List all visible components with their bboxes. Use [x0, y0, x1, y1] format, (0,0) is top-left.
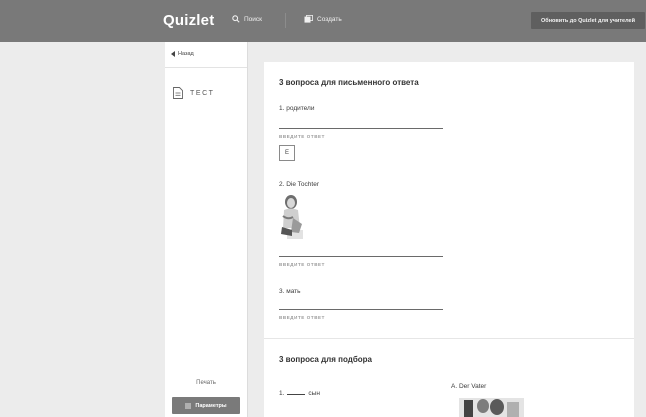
sidebar-item-label: ТЕСТ	[190, 89, 215, 97]
top-navigation-bar: Quizlet Поиск Создать Обновить до Quizle…	[0, 0, 646, 42]
create-set-icon	[304, 15, 313, 23]
answer-hint-3: ВВЕДИТЕ ОТВЕТ	[279, 315, 325, 320]
question-3-prompt: 3. мать	[279, 288, 301, 295]
matching-option-letter: A.	[451, 383, 458, 390]
chevron-left-icon	[171, 51, 175, 57]
search-icon	[232, 15, 240, 23]
question-text: мать	[286, 288, 301, 295]
back-label: Назад	[178, 51, 194, 57]
question-2-prompt: 2. Die Tochter	[279, 181, 319, 188]
letter-hint-box[interactable]: E	[279, 145, 295, 161]
nav-divider	[285, 13, 286, 28]
sidebar-item-test[interactable]: ТЕСТ	[173, 87, 214, 99]
create-button[interactable]: Создать	[304, 15, 342, 23]
document-icon	[173, 87, 183, 99]
quizlet-logo[interactable]: Quizlet	[163, 12, 214, 29]
test-content-card: 3 вопроса для письменного ответа 1. роди…	[264, 62, 634, 417]
create-label: Создать	[317, 15, 342, 23]
sidebar-divider	[165, 67, 247, 68]
print-link[interactable]: Печать	[165, 380, 247, 386]
settings-sliders-icon	[185, 403, 192, 408]
answer-hint-2: ВВЕДИТЕ ОТВЕТ	[279, 262, 325, 267]
answer-input-3[interactable]	[279, 309, 443, 310]
matching-option-a[interactable]: A. Der Vater	[451, 383, 486, 390]
answer-hint-1: ВВЕДИТЕ ОТВЕТ	[279, 134, 325, 139]
back-link[interactable]: Назад	[171, 51, 194, 57]
search-button[interactable]: Поиск	[232, 15, 262, 23]
matching-number: 1.	[279, 390, 285, 397]
written-section-title: 3 вопроса для письменного ответа	[279, 78, 419, 87]
left-sidebar: Назад ТЕСТ Печать Параметры	[165, 42, 248, 417]
section-divider	[264, 338, 634, 339]
parameters-label: Параметры	[195, 402, 227, 409]
matching-term: сын	[308, 390, 320, 397]
question-number: 2.	[279, 181, 285, 188]
upgrade-teacher-button[interactable]: Обновить до Quizlet для учителей	[531, 12, 645, 29]
girl-photo	[281, 195, 303, 239]
question-number: 1.	[279, 105, 285, 112]
search-label: Поиск	[244, 15, 263, 23]
father-photo	[459, 398, 524, 417]
question-1-prompt: 1. родители	[279, 105, 314, 112]
question-text: родители	[286, 105, 315, 112]
matching-option-text: Der Vater	[458, 383, 487, 390]
answer-input-1[interactable]	[279, 128, 443, 129]
matching-section-title: 3 вопроса для подбора	[279, 355, 372, 364]
matching-question-1: 1. сын	[279, 390, 320, 397]
question-text: Die Tochter	[286, 181, 319, 188]
answer-input-2[interactable]	[279, 256, 443, 257]
question-number: 3.	[279, 288, 285, 295]
parameters-button[interactable]: Параметры	[172, 397, 240, 414]
matching-answer-blank[interactable]	[287, 394, 306, 395]
